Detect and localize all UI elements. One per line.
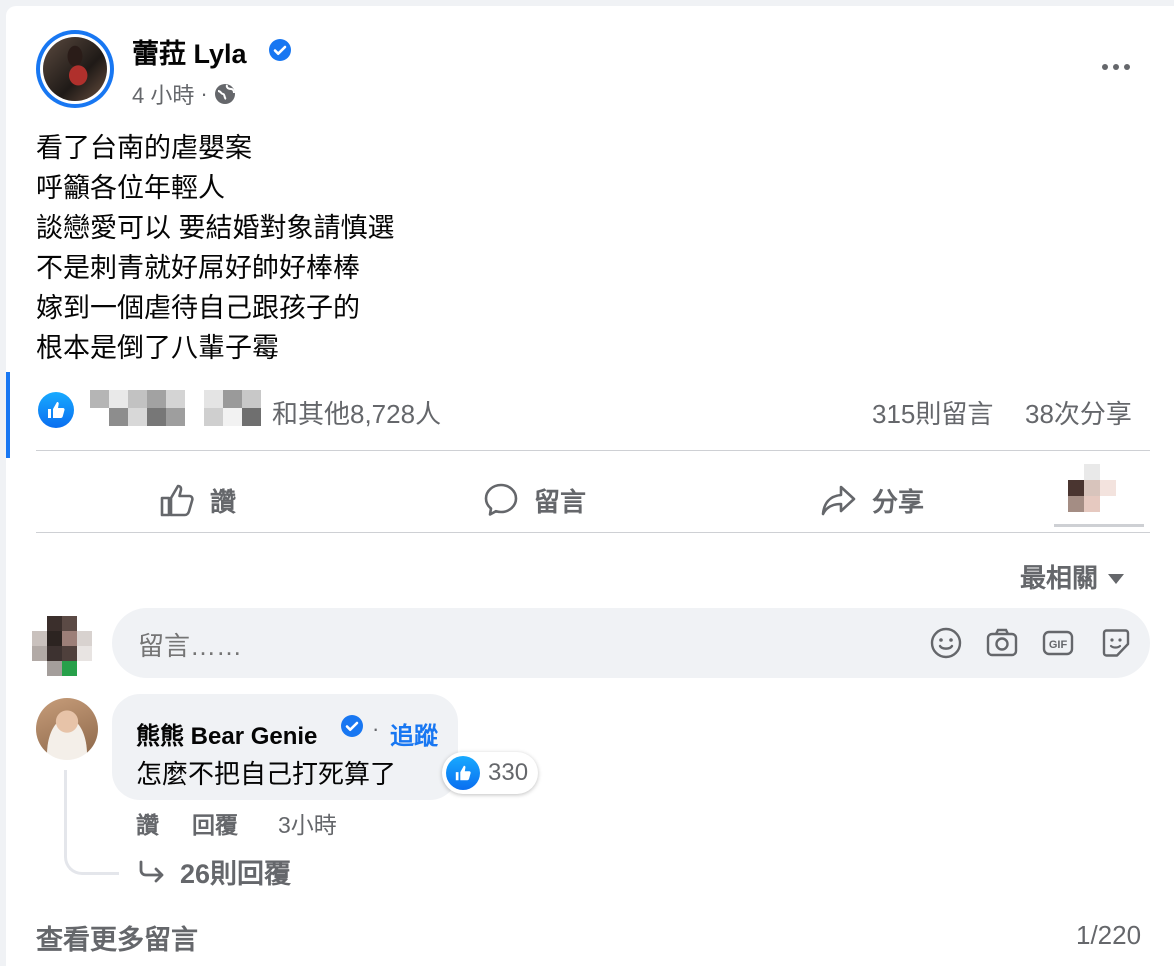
comment-count[interactable]: 315則留言 (872, 394, 993, 431)
divider (36, 450, 1150, 451)
follow-link[interactable]: 追蹤 (390, 716, 438, 751)
comment-button[interactable]: 留言 (482, 472, 586, 528)
reaction-picker-underline (1054, 524, 1144, 527)
comment-bubble-icon (484, 483, 518, 516)
like-reaction-icon (446, 756, 480, 790)
sort-label: 最相關 (1020, 563, 1099, 593)
separator-dot: · (372, 716, 380, 741)
post-line: 嫁到一個虐待自己跟孩子的 (36, 293, 360, 323)
view-more-comments-link[interactable]: 查看更多留言 (36, 918, 198, 957)
thumbs-up-icon (160, 484, 194, 517)
comment-pager: 1/220 (1076, 920, 1142, 950)
viewer-avatar-pixelated[interactable] (32, 616, 92, 676)
reply-thread-line (64, 770, 119, 875)
post-line: 看了台南的虐嬰案 (36, 133, 252, 163)
comment-reaction-number: 330 (488, 759, 529, 786)
comment-bubble: 熊熊 Bear Genie · 追蹤 怎麼不把自己打死算了 (112, 694, 458, 800)
post-time[interactable]: 4 小時 (132, 78, 194, 110)
post-line: 呼籲各位年輕人 (36, 173, 225, 203)
comment-reply-link[interactable]: 回覆 (192, 806, 238, 840)
globe-icon[interactable] (214, 83, 236, 105)
comment-button-label: 留言 (534, 486, 587, 517)
replies-count: 26則回覆 (180, 859, 292, 889)
reaction-picker-pixelated[interactable] (1068, 464, 1116, 512)
comment-input[interactable] (136, 630, 840, 663)
divider (36, 532, 1150, 533)
verified-badge-icon (269, 39, 291, 61)
post-line: 不是刺青就好屌好帥好棒棒 (36, 253, 360, 283)
comment-time[interactable]: 3小時 (278, 806, 337, 840)
post-text: 看了台南的虐嬰案 呼籲各位年輕人 談戀愛可以 要結婚對象請慎選 不是刺青就好屌好… (36, 128, 395, 368)
post-line: 根本是倒了八輩子霉 (36, 333, 279, 363)
share-arrow-icon (821, 485, 856, 516)
reactor-names-pixelated[interactable] (90, 390, 261, 426)
share-button-label: 分享 (872, 486, 925, 517)
author-name[interactable]: 蕾菈 Lyla (132, 32, 247, 71)
like-button[interactable]: 讚 (158, 472, 236, 528)
view-replies-link[interactable]: 26則回覆 (138, 852, 291, 891)
reply-arrow-icon (139, 860, 164, 882)
reaction-summary[interactable]: 和其他8,728人 (272, 394, 441, 431)
comment-reaction-count[interactable]: 330 (442, 752, 539, 794)
comment-text: 怎麼不把自己打死算了 (136, 759, 397, 789)
like-reaction-icon[interactable] (38, 392, 74, 428)
commenter-name[interactable]: 熊熊 Bear Genie (136, 716, 317, 751)
focus-accent-bar (6, 372, 10, 458)
share-count[interactable]: 38次分享 (1025, 394, 1132, 431)
gif-icon[interactable]: GIF (1040, 625, 1076, 661)
sticker-icon[interactable] (1098, 625, 1134, 661)
more-options-icon[interactable] (1096, 52, 1136, 82)
post-card: 蕾菈 Lyla 4 小時 · 看了台南的虐嬰案 呼籲各位年輕人 談戀愛可以 要結… (6, 6, 1174, 966)
post-line: 談戀愛可以 要結婚對象請慎選 (36, 213, 395, 243)
meta-separator: · (200, 81, 208, 106)
commenter-avatar[interactable] (36, 698, 98, 760)
verified-badge-icon (341, 715, 363, 737)
emoji-icon[interactable] (928, 625, 964, 661)
author-avatar[interactable] (36, 30, 114, 108)
share-button[interactable]: 分享 (820, 472, 924, 528)
comment-composer[interactable]: GIF (112, 608, 1150, 678)
comment-sort-dropdown[interactable]: 最相關 (1020, 558, 1125, 595)
caret-down-icon (1108, 573, 1125, 584)
post-meta: 4 小時 · (132, 78, 236, 110)
like-button-label: 讚 (210, 486, 237, 517)
svg-text:GIF: GIF (1049, 639, 1068, 651)
camera-icon[interactable] (984, 625, 1020, 661)
comment-like-link[interactable]: 讚 (136, 806, 159, 840)
author-avatar-photo (43, 37, 107, 101)
